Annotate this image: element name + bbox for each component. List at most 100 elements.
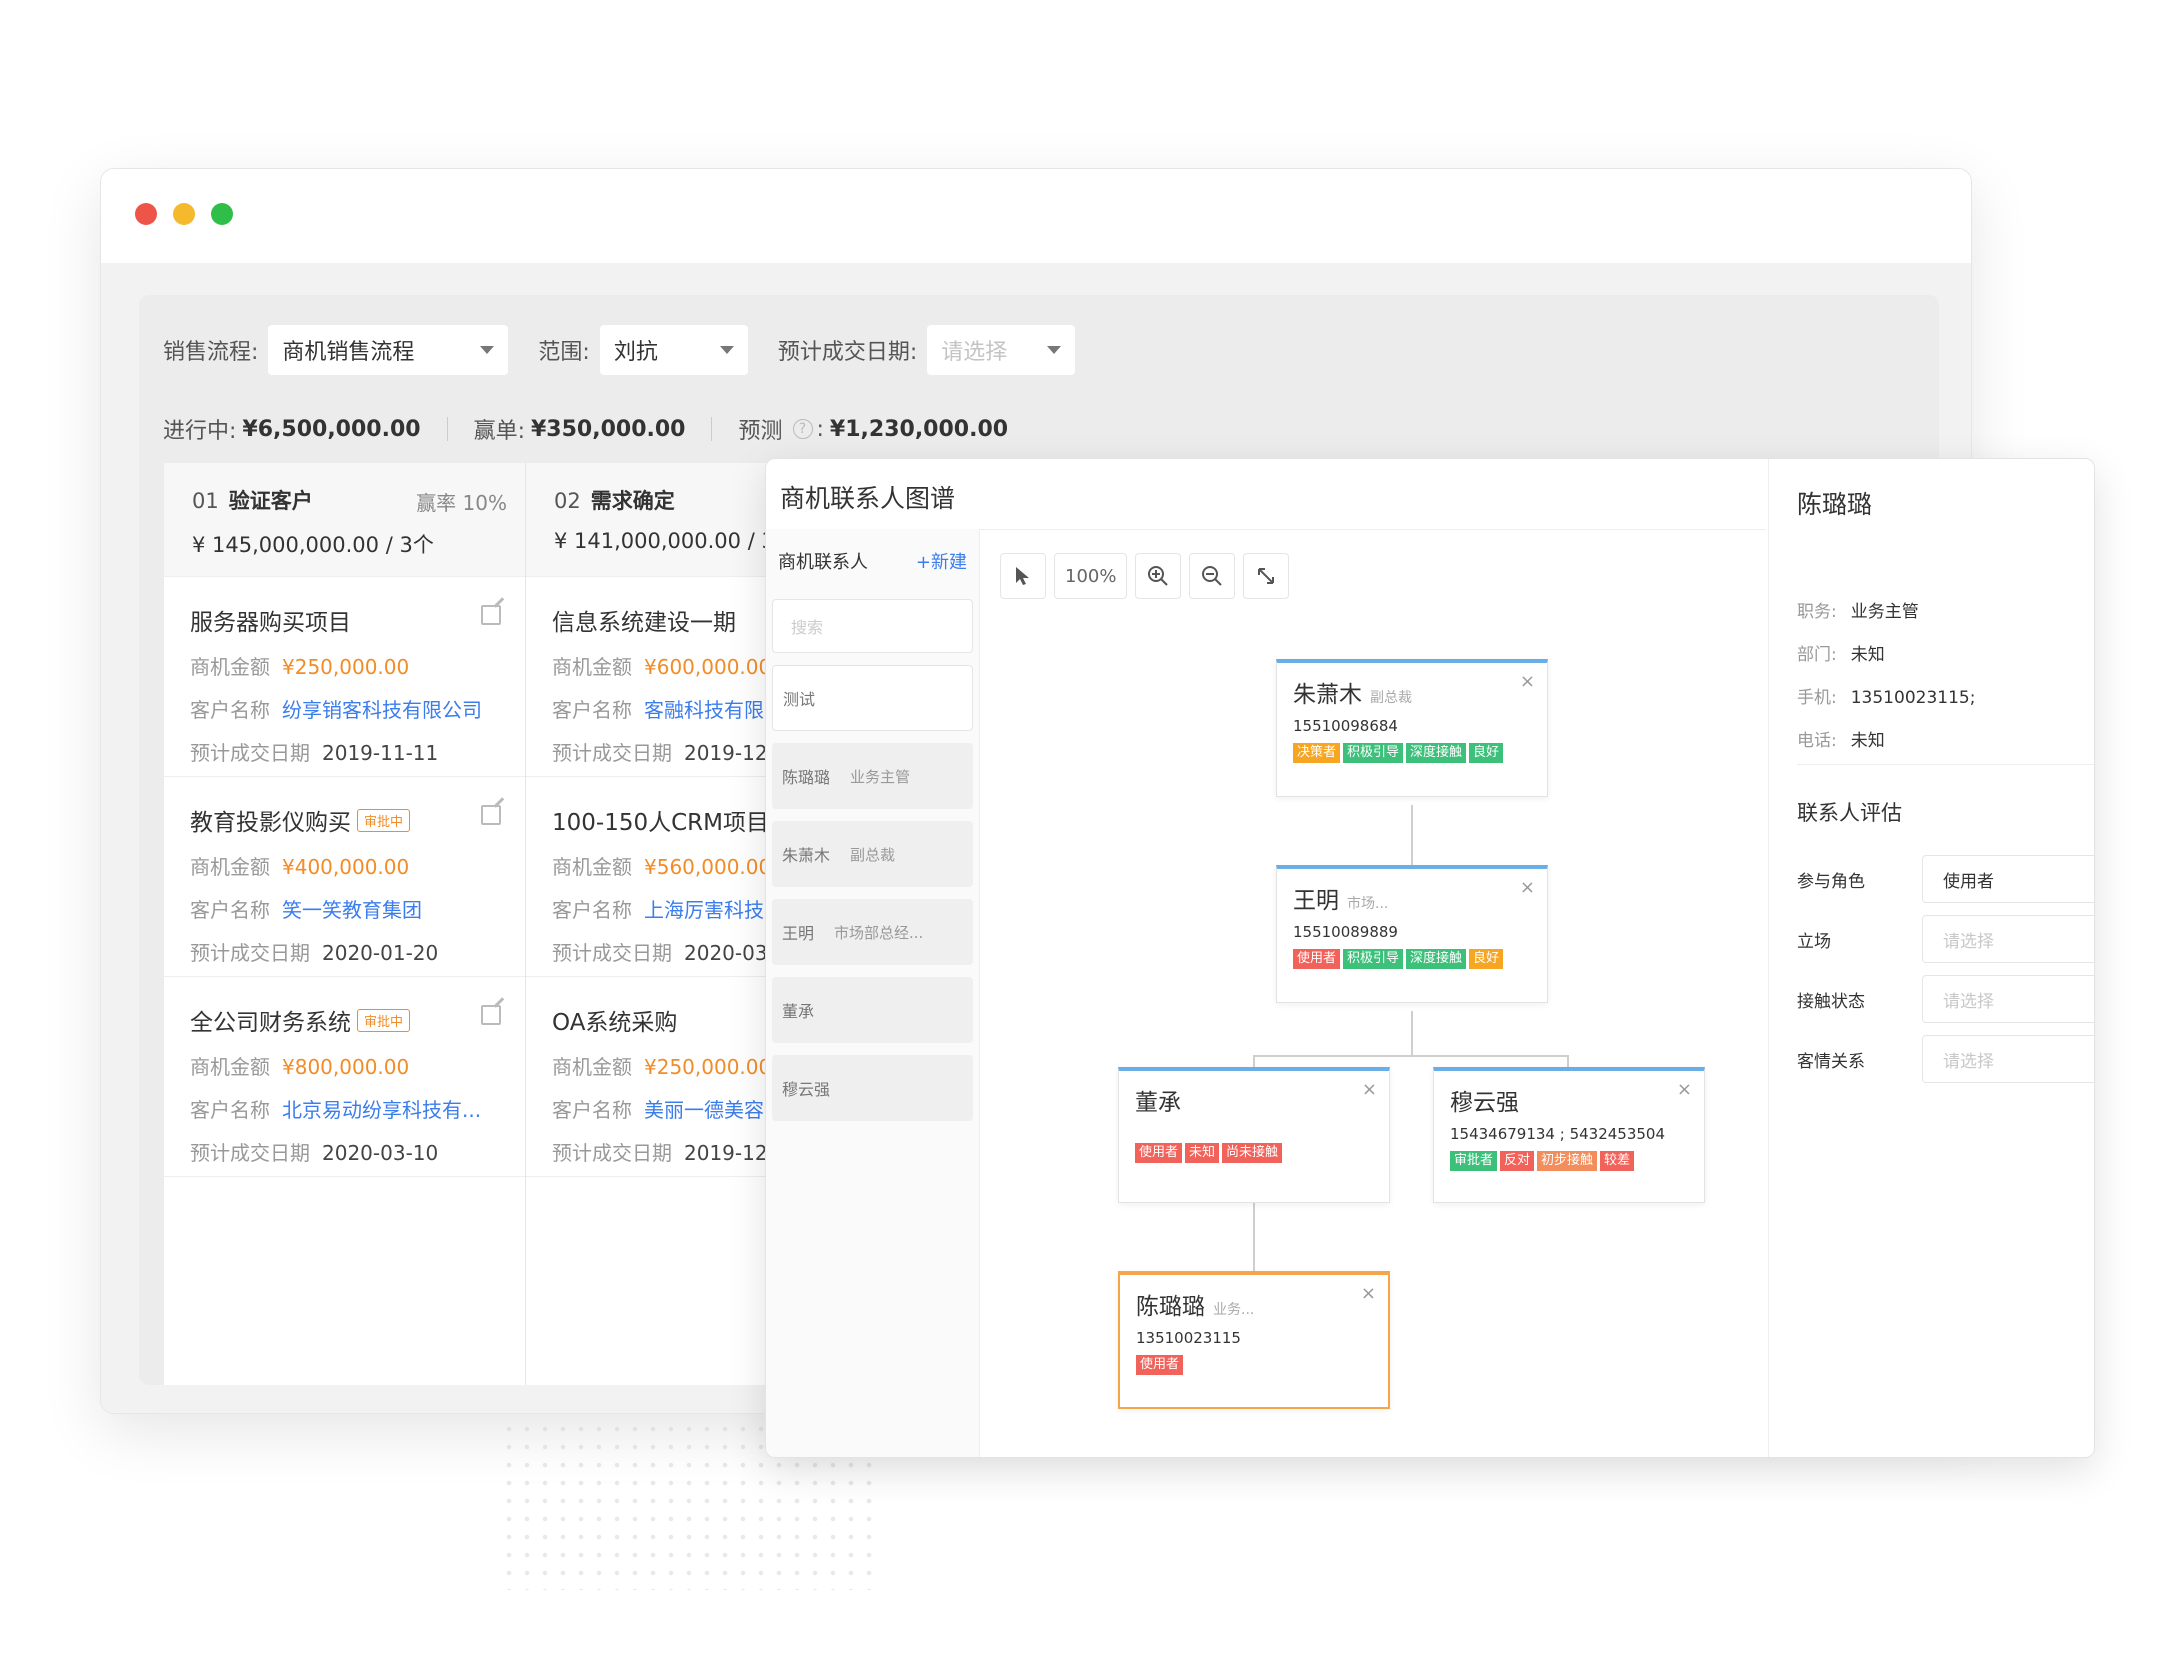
customer-link[interactable]: 纷享销客科技有限公司: [282, 698, 482, 722]
graph-edge: [1253, 1055, 1567, 1057]
contact-detail-panel: 陈璐璐 职务: 业务主管 部门: 未知 手机: 13510023115; 电话: 未知 …: [1768, 459, 2094, 1457]
divider: [1797, 764, 2094, 765]
list-item[interactable]: 王明 市场部总经...: [772, 899, 973, 965]
card-title-text: 教育投影仪购买: [190, 810, 351, 836]
zoom-out-button[interactable]: [1189, 553, 1236, 599]
date-select[interactable]: 请选择: [927, 325, 1076, 375]
info-label: 电话:: [1797, 731, 1837, 751]
status-badge: 审批中: [357, 1008, 411, 1032]
stance-select[interactable]: 请选择: [1922, 915, 2094, 963]
date-select-placeholder: 请选择: [941, 340, 1008, 365]
tag: 未知: [1185, 1143, 1220, 1163]
close-icon[interactable]: ×: [1520, 877, 1535, 898]
customer-label: 客户名称: [190, 898, 270, 922]
card-title: 全公司财务系统 审批中: [190, 1003, 499, 1037]
edit-icon[interactable]: [481, 605, 501, 625]
maximize-window-button[interactable]: [211, 203, 233, 225]
edit-icon[interactable]: [481, 1005, 501, 1025]
tag: 审批者: [1450, 1151, 1498, 1171]
customer-link[interactable]: 北京易动纷享科技有...: [282, 1098, 481, 1122]
opportunity-card[interactable]: 教育投影仪购买 审批中 商机金额 ¥400,000.00 客户名称 笑一笑教育集团 预…: [164, 777, 525, 977]
card-title: 教育投影仪购买 审批中: [190, 803, 499, 837]
node-tags: 使用者 积极引导 深度接触 良好: [1293, 949, 1531, 969]
list-item[interactable]: 测试: [772, 665, 973, 731]
list-item[interactable]: 朱萧木 副总裁: [772, 821, 973, 887]
contacts-sidebar: 商机联系人 +新建 搜索 测试 陈璐璐 业务主管 朱萧木 副总裁 王明 市场部总经..…: [766, 529, 980, 1457]
contact-search-input[interactable]: 搜索: [772, 599, 973, 653]
stage-name: 需求确定: [590, 489, 675, 513]
close-icon[interactable]: ×: [1677, 1079, 1692, 1100]
contact-node[interactable]: 王明 市场... 15510089889 使用者 积极引导 深度接触 良好 ×: [1276, 865, 1548, 1003]
close-icon[interactable]: ×: [1361, 1283, 1376, 1304]
window-titlebar: [101, 169, 1971, 263]
contact-name: 陈璐璐: [782, 768, 831, 787]
tag: 积极引导: [1343, 949, 1404, 969]
close-icon[interactable]: ×: [1362, 1079, 1377, 1100]
divider: [446, 417, 448, 441]
amount-value: ¥800,000.00: [282, 1055, 410, 1079]
info-label: 部门:: [1797, 645, 1837, 665]
process-select[interactable]: 商机销售流程: [268, 325, 509, 375]
chevron-down-icon: [480, 346, 495, 354]
customer-link[interactable]: 笑一笑教育集团: [282, 898, 422, 922]
date-label: 预计成交日期: [190, 741, 310, 765]
help-icon[interactable]: ?: [792, 419, 813, 439]
list-item[interactable]: 董承: [772, 977, 973, 1043]
contact-info: 职务: 业务主管 部门: 未知 手机: 13510023115; 电话: 未知: [1797, 597, 1975, 769]
contact-node[interactable]: 朱萧木 副总裁 15510098684 决策者 积极引导 深度接触 良好 ×: [1276, 659, 1548, 797]
node-tags: 审批者 反对 初步接触 较差: [1450, 1151, 1688, 1171]
zoom-level[interactable]: 100%: [1054, 553, 1128, 599]
win-label: 赢单:: [473, 419, 525, 444]
list-item[interactable]: 陈璐璐 业务主管: [772, 743, 973, 809]
contact-name: 穆云强: [782, 1080, 831, 1099]
info-value: 13510023115;: [1850, 688, 1976, 708]
relationship-select[interactable]: 请选择: [1922, 1035, 2094, 1083]
chevron-down-icon: [719, 346, 734, 354]
amount-label: 商机金额: [190, 655, 270, 679]
node-tags: 决策者 积极引导 深度接触 良好: [1293, 743, 1531, 763]
customer-label: 客户名称: [552, 698, 632, 722]
stage-number: 01: [192, 489, 219, 513]
edit-icon[interactable]: [481, 805, 501, 825]
customer-label: 客户名称: [552, 898, 632, 922]
tag: 初步接触: [1537, 1151, 1598, 1171]
tag: 使用者: [1136, 1355, 1184, 1375]
pointer-tool-button[interactable]: [1000, 553, 1046, 599]
tag: 反对: [1500, 1151, 1535, 1171]
contact-name: 朱萧木: [782, 846, 831, 865]
scope-select[interactable]: 刘抗: [599, 325, 748, 375]
contact-status-select[interactable]: 请选择: [1922, 975, 2094, 1023]
win-value: ¥350,000.00: [531, 416, 686, 442]
contact-node[interactable]: 董承 使用者 未知 尚未接触 ×: [1118, 1067, 1390, 1203]
opportunity-card[interactable]: 全公司财务系统 审批中 商机金额 ¥800,000.00 客户名称 北京易动纷享科技有…: [164, 977, 525, 1177]
forecast-value: ¥1,230,000.00: [829, 416, 1009, 442]
customer-label: 客户名称: [552, 1098, 632, 1122]
evaluation-form: 参与角色 使用者 立场 请选择 接触状态 请选择 客情关系 请选择: [1797, 849, 2094, 1089]
close-date: 2020-03-10: [322, 1141, 439, 1165]
amount-value: ¥250,000.00: [282, 655, 410, 679]
tag: 使用者: [1135, 1143, 1183, 1163]
role-select[interactable]: 使用者: [1922, 855, 2094, 903]
contact-node-selected[interactable]: 陈璐璐 业务... 13510023115 使用者 ×: [1118, 1271, 1390, 1409]
zoom-in-button[interactable]: [1135, 553, 1182, 599]
contact-name: 王明: [782, 924, 815, 943]
stage-number: 02: [554, 489, 581, 513]
contact-node[interactable]: 穆云强 15434679134 ; 5432453504 审批者 反对 初步接触…: [1433, 1067, 1705, 1203]
close-window-button[interactable]: [135, 203, 157, 225]
opportunity-card[interactable]: 服务器购买项目 商机金额 ¥250,000.00 客户名称 纷享销客科技有限公司 预…: [164, 577, 525, 777]
contact-graph-window: 商机联系人图谱 商机联系人 +新建 搜索 测试 陈璐璐 业务主管 朱萧木 副总裁 王…: [765, 458, 2095, 1458]
tag: 深度接触: [1406, 949, 1467, 969]
fit-view-button[interactable]: [1243, 553, 1290, 599]
list-item[interactable]: 穆云强: [772, 1055, 973, 1121]
customer-link[interactable]: 美丽一德美容: [644, 1098, 764, 1122]
customer-link[interactable]: 上海厉害科技: [644, 898, 764, 922]
customer-link[interactable]: 客融科技有限: [644, 698, 764, 722]
date-label: 预计成交日期: [190, 1141, 310, 1165]
contacts-header-label: 商机联系人: [778, 552, 868, 573]
close-date: 2019-12: [684, 1141, 768, 1165]
minimize-window-button[interactable]: [173, 203, 195, 225]
close-icon[interactable]: ×: [1520, 671, 1535, 692]
new-contact-button[interactable]: +新建: [916, 548, 967, 574]
stage-name: 验证客户: [228, 489, 313, 513]
kanban-column: 01 验证客户 赢率 10% ¥ 145,000,000.00 / 3个 服务器购…: [164, 463, 526, 1385]
